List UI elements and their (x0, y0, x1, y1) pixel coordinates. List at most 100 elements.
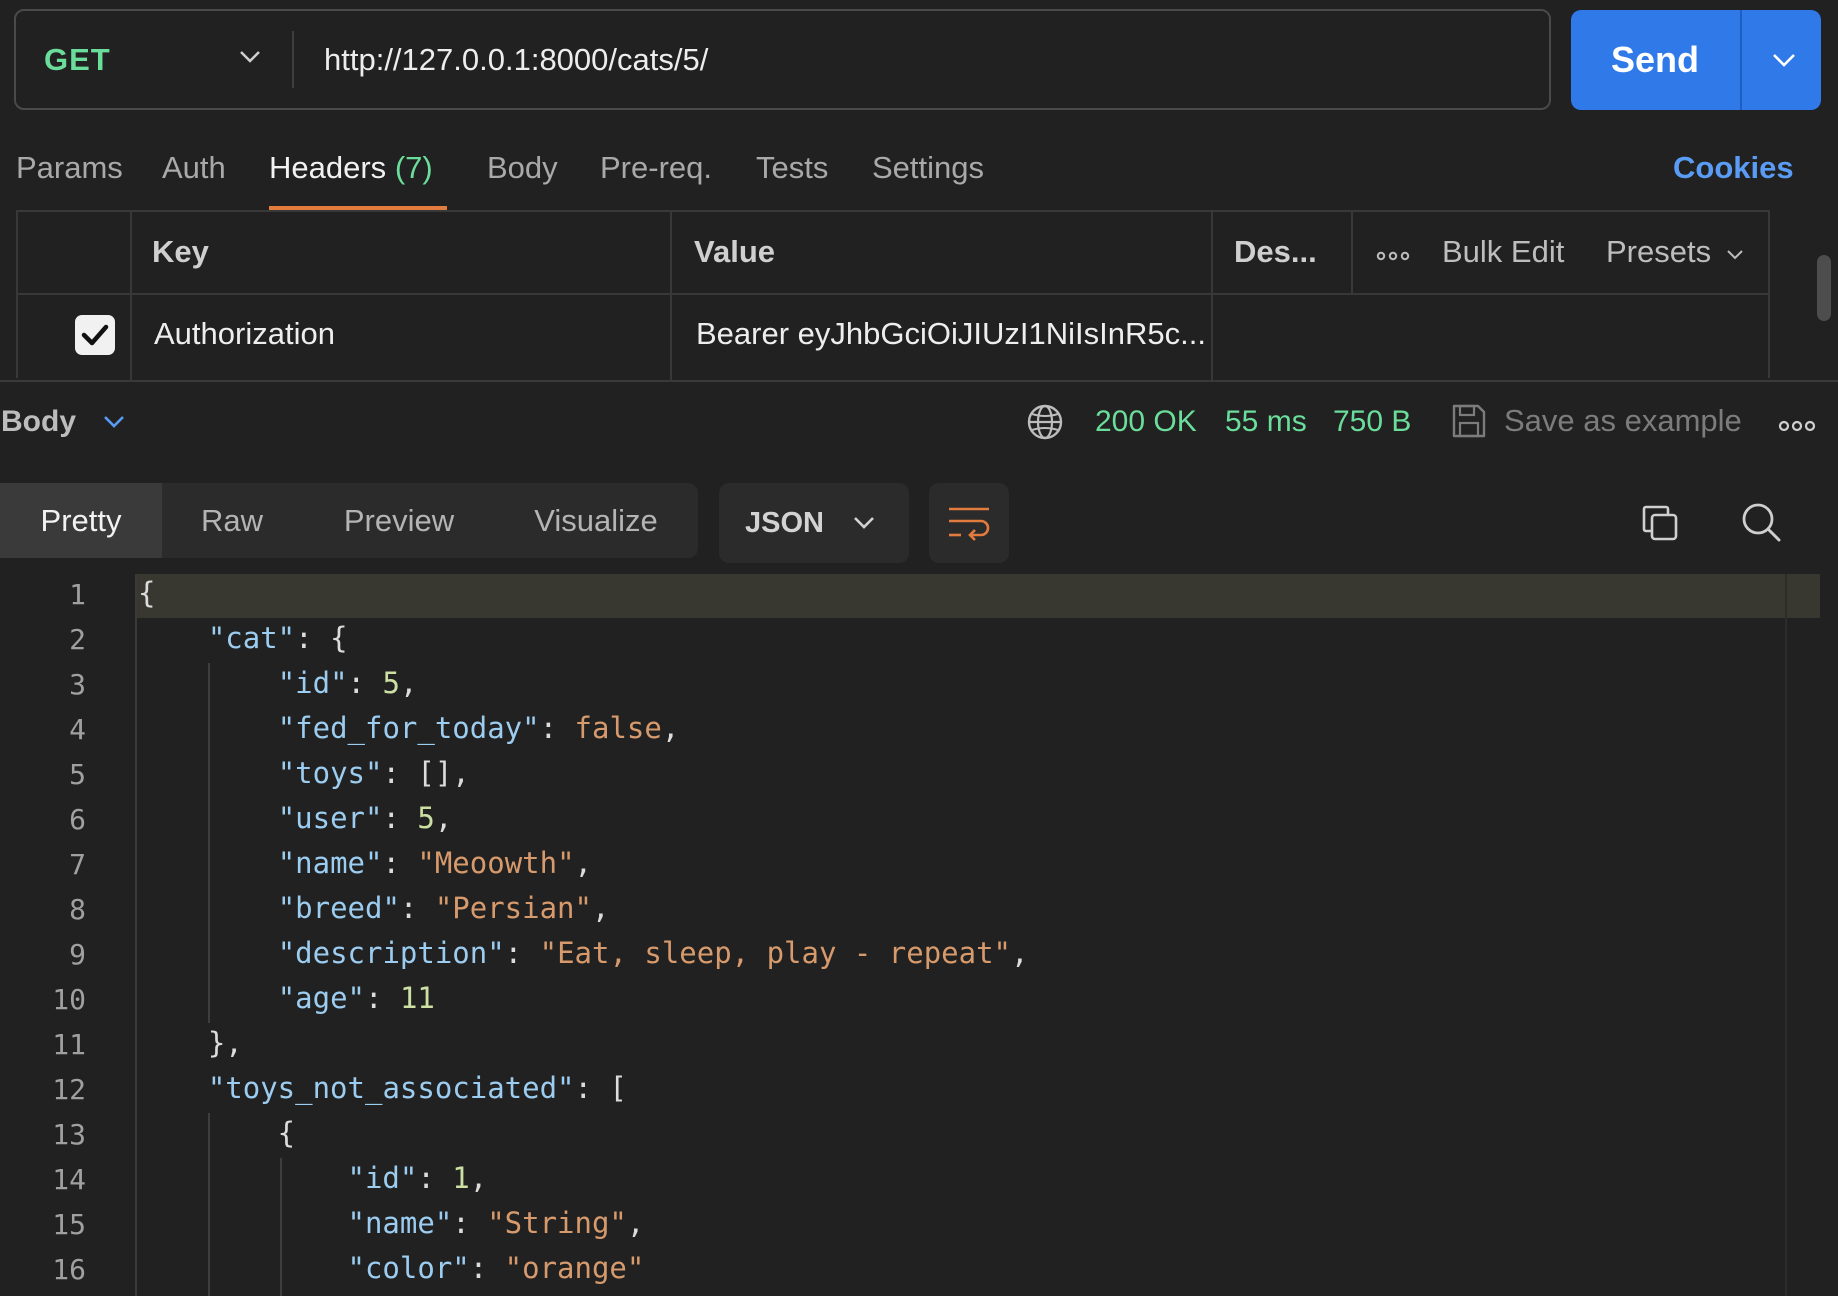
column-header-key: Key (152, 234, 209, 269)
tab-settings[interactable]: Settings (872, 150, 984, 186)
line-number: 4 (69, 713, 86, 746)
editor-right-margin (1785, 574, 1787, 1296)
line-number: 6 (69, 803, 86, 836)
tab-headers[interactable]: Headers (7) (269, 150, 433, 186)
response-body-label[interactable]: Body (1, 405, 76, 439)
method-label: GET (44, 41, 111, 77)
save-as-example-button[interactable]: Save as example (1504, 403, 1742, 439)
row-checkbox[interactable] (75, 315, 115, 355)
globe-icon[interactable] (1026, 403, 1064, 441)
code-line[interactable]: "fed_for_today": false, (138, 711, 680, 745)
line-number: 10 (52, 983, 86, 1016)
cookies-link[interactable]: Cookies (1673, 150, 1794, 186)
url-input[interactable]: http://127.0.0.1:8000/cats/5/ (324, 11, 708, 108)
tab-auth[interactable]: Auth (162, 150, 226, 186)
tab-pre-req[interactable]: Pre-req. (600, 150, 712, 186)
line-number: 2 (69, 623, 86, 656)
tab-label: Auth (162, 150, 226, 185)
more-options-icon[interactable] (1376, 251, 1410, 261)
chevron-down-icon[interactable] (102, 412, 126, 432)
column-header-description: Des... (1234, 234, 1317, 269)
header-value-cell[interactable]: Bearer eyJhbGciOiJIUzI1NiIsInR5c... (696, 316, 1206, 352)
code-line[interactable]: "toys_not_associated": [ (138, 1071, 627, 1105)
presets-label: Presets (1606, 234, 1712, 269)
line-number: 12 (52, 1073, 86, 1106)
copy-icon[interactable] (1640, 503, 1680, 543)
line-number: 8 (69, 893, 86, 926)
column-divider (670, 212, 672, 380)
headers-table: Key Value Des... Bulk Edit Presets Autho… (16, 210, 1770, 380)
url-divider (292, 31, 294, 88)
tab-params[interactable]: Params (16, 150, 123, 186)
line-number: 16 (52, 1253, 86, 1286)
chevron-down-icon (240, 51, 260, 63)
pane-divider[interactable] (0, 380, 1838, 382)
view-tab-pretty[interactable]: Pretty (0, 483, 162, 558)
code-line[interactable]: "age": 11 (138, 981, 435, 1015)
view-tab-raw[interactable]: Raw (162, 483, 302, 558)
current-line-highlight (136, 574, 1820, 618)
code-line[interactable]: "description": "Eat, sleep, play - repea… (138, 936, 1029, 970)
response-size[interactable]: 750 B (1333, 405, 1411, 439)
code-line[interactable]: "color": "orange" (138, 1251, 645, 1285)
chevron-down-icon[interactable] (1771, 48, 1797, 72)
column-divider (1351, 212, 1353, 294)
code-line[interactable]: "id": 1, (138, 1161, 488, 1195)
column-divider (130, 212, 132, 380)
column-header-value: Value (694, 234, 775, 269)
status-code[interactable]: 200 OK (1095, 405, 1197, 439)
response-time[interactable]: 55 ms (1225, 405, 1307, 439)
code-line[interactable]: }, (138, 1026, 243, 1060)
wrap-lines-button[interactable] (929, 483, 1009, 563)
send-label: Send (1610, 39, 1699, 80)
tab-label: Pre-req. (600, 150, 712, 185)
tab-label: Headers (269, 150, 387, 185)
method-select[interactable]: GET (44, 11, 274, 108)
indent-guide (208, 1113, 210, 1296)
search-icon[interactable] (1740, 501, 1782, 543)
wrap-lines-icon (949, 507, 990, 541)
column-divider (1211, 212, 1213, 380)
row-divider (18, 293, 1768, 295)
tab-body[interactable]: Body (487, 150, 558, 186)
code-line[interactable]: { (138, 1116, 295, 1150)
response-code-editor[interactable]: 1 {2 "cat": { 3 "id": 5, 4 "fed_for_today":… (0, 0, 1838, 1296)
save-icon[interactable] (1450, 402, 1488, 440)
line-number: 3 (69, 668, 86, 701)
view-tab-visualize[interactable]: Visualize (496, 483, 696, 558)
line-number: 13 (52, 1118, 86, 1151)
tab-label: Params (16, 150, 123, 185)
view-tab-preview[interactable]: Preview (310, 483, 488, 558)
line-number: 11 (52, 1028, 86, 1061)
send-divider (1740, 10, 1742, 110)
more-options-icon[interactable] (1778, 420, 1816, 432)
bulk-edit-button[interactable]: Bulk Edit (1442, 234, 1564, 270)
tab-tests[interactable]: Tests (756, 150, 828, 186)
view-mode-tabs: Pretty Raw Preview Visualize (0, 483, 698, 558)
presets-dropdown[interactable]: Presets (1606, 234, 1744, 270)
line-number: 1 (69, 578, 86, 611)
line-number: 15 (52, 1208, 86, 1241)
code-line[interactable]: "user": 5, (138, 801, 453, 835)
code-line[interactable]: "name": "String", (138, 1206, 645, 1240)
chevron-down-icon (854, 517, 874, 529)
url-bar: GET http://127.0.0.1:8000/cats/5/ (14, 9, 1551, 110)
checkmark-icon (81, 324, 109, 346)
gutter-divider (135, 574, 137, 1296)
tab-label: Settings (872, 150, 985, 185)
line-number: 7 (69, 848, 86, 881)
code-line[interactable]: "cat": { (138, 621, 348, 655)
send-button[interactable]: Send (1571, 10, 1821, 110)
indent-guide (208, 663, 210, 1023)
indent-guide (280, 1158, 282, 1296)
line-number: 14 (52, 1163, 86, 1196)
code-line[interactable]: "id": 5, (138, 666, 418, 700)
tab-count-badge: (7) (394, 150, 433, 185)
tab-label: Body (487, 150, 558, 185)
format-dropdown[interactable]: JSON (719, 483, 909, 563)
code-line[interactable]: "name": "Meoowth", (138, 846, 592, 880)
scrollbar[interactable] (1817, 255, 1831, 321)
header-key-cell[interactable]: Authorization (154, 316, 335, 352)
format-label: JSON (745, 506, 824, 539)
code-line[interactable]: "toys": [], (138, 756, 470, 790)
